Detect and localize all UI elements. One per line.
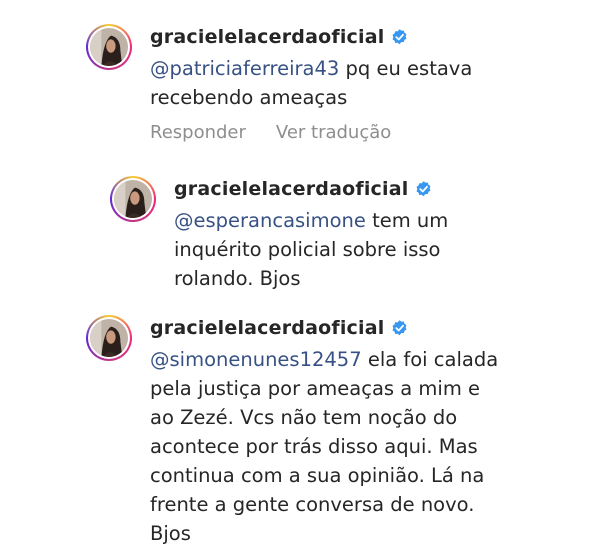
verified-badge-icon [390,319,409,338]
avatar[interactable] [86,315,132,361]
mention-link[interactable]: @simonenunes12457 [150,348,362,371]
comment-text: @simonenunes12457 ela foi calada pela ju… [150,345,498,548]
verified-badge-icon [414,180,433,199]
mention-link[interactable]: @patriciaferreira43 [150,57,339,80]
translate-button[interactable]: Ver tradução [276,122,391,143]
comment-actions: Responder Ver tradução [150,122,472,143]
mention-link[interactable]: @esperancasimone [174,209,366,232]
comment-body: ela foi calada pela justiça por ameaças … [150,348,499,545]
avatar-photo [114,180,152,218]
avatar[interactable] [110,176,156,222]
username[interactable]: gracielelacerdaoficial [150,26,384,48]
username[interactable]: gracielelacerdaoficial [174,178,408,200]
comment-text: @patriciaferreira43 pq eu estava receben… [150,54,472,112]
comment-1: gracielelacerdaoficial @patriciaferreira… [86,24,472,143]
avatar-photo [90,28,128,66]
comment-text: @esperancasimone tem um inquérito polici… [174,206,448,293]
username[interactable]: gracielelacerdaoficial [150,317,384,339]
avatar[interactable] [86,24,132,70]
comment-3: gracielelacerdaoficial @simonenunes12457… [86,315,498,548]
verified-badge-icon [390,28,409,47]
comment-2: gracielelacerdaoficial @esperancasimone … [110,176,448,293]
reply-button[interactable]: Responder [150,122,246,143]
avatar-photo [90,319,128,357]
